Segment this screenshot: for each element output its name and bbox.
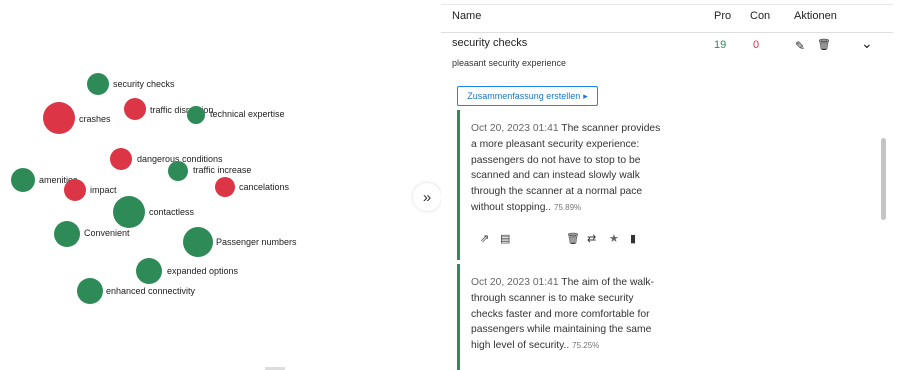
bubble-label-traffic-increase[interactable]: traffic increase (193, 165, 251, 175)
open-external-icon[interactable]: ⇗ (480, 234, 489, 245)
bubble-expanded-options[interactable] (136, 258, 162, 284)
bubble-label-passenger-numbers[interactable]: Passenger numbers (216, 237, 297, 247)
column-header-name: Name (452, 10, 482, 22)
bubble-label-convenient[interactable]: Convenient (84, 228, 130, 238)
bubble-contactless[interactable] (113, 196, 145, 228)
con-count: 0 (753, 39, 760, 51)
edit-icon[interactable]: ✎ (795, 40, 805, 52)
star-icon[interactable]: ★ (609, 234, 619, 245)
column-header-con: Con (750, 10, 771, 22)
bubble-enhanced-connectivity[interactable] (77, 278, 103, 304)
arguments-panel: Name Pro Con Aktionen security checks pl… (441, 0, 904, 370)
double-chevron-right-icon: » (422, 188, 432, 206)
pro-count: 19 (714, 39, 727, 51)
summary-button-label: Zusammenfassung erstellen (467, 91, 581, 101)
chevron-down-icon[interactable]: ⌄ (861, 36, 873, 50)
caret-right-icon: ▸ (583, 90, 588, 101)
document-icon[interactable]: ▤ (500, 234, 510, 245)
create-summary-button[interactable]: Zusammenfassung erstellen ▸ (457, 86, 598, 106)
scrollbar[interactable] (881, 138, 886, 220)
column-header-pro: Pro (714, 10, 732, 22)
bubble-label-technical-expertise[interactable]: technical expertise (210, 109, 285, 119)
bubble-traffic-disruption[interactable] (124, 98, 146, 120)
evidence-text: The scanner provides a more pleasant sec… (471, 123, 661, 213)
header-divider (441, 32, 893, 33)
evidence-score: 75.25% (572, 341, 600, 351)
collapse-panel-button[interactable]: » (413, 183, 441, 211)
bubble-security-checks[interactable] (87, 73, 109, 95)
bubble-label-impact[interactable]: impact (90, 185, 117, 195)
evidence-date: Oct 20, 2023 01:41 (471, 277, 559, 288)
swap-icon[interactable]: ⇄ (587, 234, 596, 245)
clipboard-icon[interactable]: ▮ (630, 234, 636, 245)
evidence-card: Oct 20, 2023 01:41 The aim of the walk-t… (457, 264, 867, 370)
argument-name: security checks (452, 37, 528, 49)
bubble-label-expanded-options[interactable]: expanded options (167, 266, 238, 276)
bubble-convenient[interactable] (54, 221, 80, 247)
bubble-impact[interactable] (64, 179, 86, 201)
trash-icon[interactable]: 🗑 (566, 234, 580, 245)
evidence-score: 75.89% (554, 202, 582, 212)
bubble-label-security-checks[interactable]: security checks (113, 79, 175, 89)
evidence-text-block: Oct 20, 2023 01:41 The scanner provides … (471, 121, 661, 216)
column-header-actions: Aktionen (794, 10, 837, 22)
argument-description: pleasant security experience (452, 58, 567, 68)
top-divider (441, 4, 893, 5)
bubble-label-cancelations[interactable]: cancelations (239, 182, 289, 192)
bubble-traffic-increase[interactable] (168, 161, 188, 181)
topic-bubble-map: security checks crashes traffic disrupti… (0, 0, 412, 370)
bubble-technical-expertise[interactable] (187, 106, 205, 124)
trash-icon[interactable]: 🗑 (817, 40, 831, 51)
bubble-amenities[interactable] (11, 168, 35, 192)
bubble-label-contactless[interactable]: contactless (149, 207, 194, 217)
bubble-dangerous-conditions[interactable] (110, 148, 132, 170)
bubble-passenger-numbers[interactable] (183, 227, 213, 257)
evidence-date: Oct 20, 2023 01:41 (471, 123, 559, 134)
bubble-cancelations[interactable] (215, 177, 235, 197)
evidence-text-block: Oct 20, 2023 01:41 The aim of the walk-t… (471, 275, 661, 354)
evidence-text: The aim of the walk-through scanner is t… (471, 277, 654, 352)
bubble-label-enhanced-connectivity[interactable]: enhanced connectivity (106, 286, 195, 296)
bubble-crashes[interactable] (43, 102, 75, 134)
evidence-card: Oct 20, 2023 01:41 The scanner provides … (457, 110, 867, 260)
bubble-label-crashes[interactable]: crashes (79, 114, 111, 124)
